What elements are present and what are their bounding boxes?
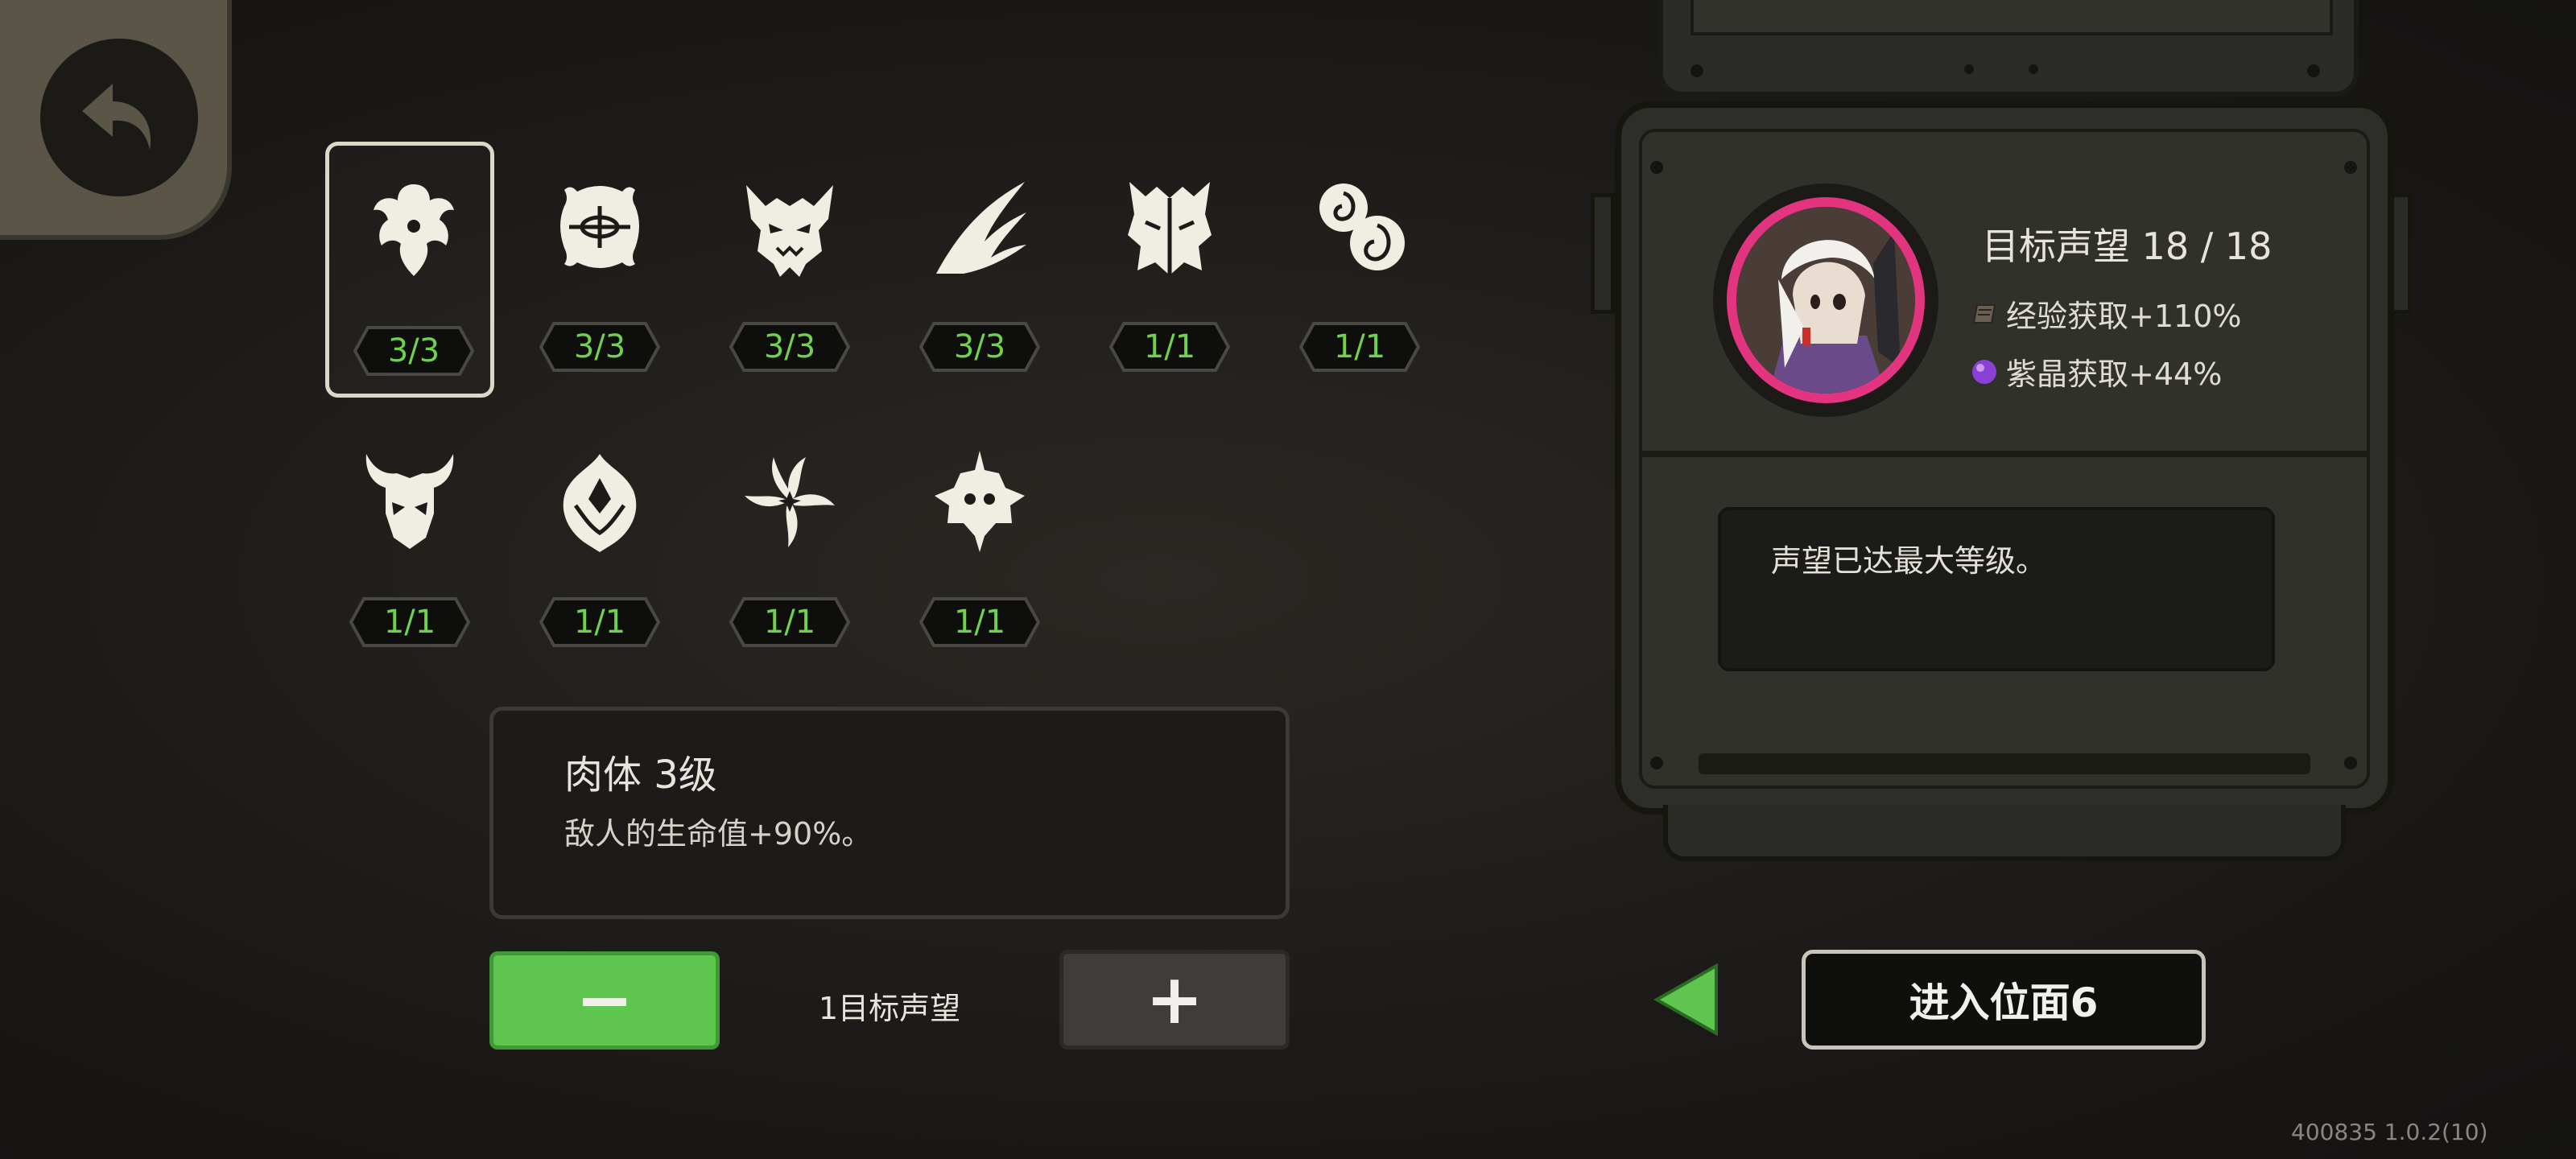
spiral-star-curse-icon bbox=[745, 457, 835, 547]
exp-bonus-row: 经验获取+110% bbox=[1971, 291, 2241, 336]
curse-count-badge: 3/3 bbox=[539, 320, 660, 373]
character-portrait bbox=[1713, 184, 1938, 417]
curse-count-badge: 3/3 bbox=[353, 324, 474, 377]
curse-count-text: 3/3 bbox=[763, 328, 816, 365]
claw-swipe-curse-icon bbox=[936, 182, 1026, 274]
plus-icon: + bbox=[1145, 959, 1204, 1040]
panel-side-tab-left bbox=[1591, 193, 1615, 314]
curse-slot-10[interactable]: 1/1 bbox=[895, 417, 1064, 673]
rivet bbox=[1650, 161, 1663, 174]
curse-count-badge: 3/3 bbox=[919, 320, 1040, 373]
curse-slot-6[interactable]: 1/1 bbox=[1275, 142, 1444, 398]
twin-face-curse-icon bbox=[1128, 182, 1212, 275]
curse-count-text: 1/1 bbox=[953, 604, 1006, 641]
panel-top-frame-inner bbox=[1690, 0, 2333, 35]
curse-slot-9[interactable]: 1/1 bbox=[705, 417, 874, 673]
swirl-orb-curse-icon bbox=[1319, 184, 1405, 270]
curse-count-text: 1/1 bbox=[1143, 328, 1196, 365]
crystal-bonus-text: 紫晶获取+44% bbox=[2006, 357, 2223, 392]
curse-count-badge: 3/3 bbox=[729, 320, 850, 373]
rivet bbox=[2307, 64, 2320, 77]
curse-count-text: 3/3 bbox=[953, 328, 1006, 365]
portrait-frame bbox=[1727, 197, 1925, 403]
panel-bottom-strip bbox=[1699, 753, 2310, 774]
curse-slot-1[interactable]: 3/3 bbox=[325, 142, 494, 398]
curse-slot-7[interactable]: 1/1 bbox=[325, 417, 494, 673]
rivet bbox=[2344, 757, 2357, 769]
enter-plane-button[interactable]: 进入位面6 bbox=[1802, 950, 2206, 1050]
demon-mask-curse-icon bbox=[746, 185, 833, 277]
curse-slot-3[interactable]: 3/3 bbox=[705, 142, 874, 398]
curse-slot-5[interactable]: 1/1 bbox=[1085, 142, 1254, 398]
increase-level-button[interactable]: + bbox=[1059, 950, 1290, 1050]
rivet bbox=[1650, 757, 1663, 769]
decrease-level-button[interactable]: − bbox=[489, 951, 720, 1050]
back-arrow-icon bbox=[82, 84, 151, 150]
curse-count-badge: 1/1 bbox=[729, 596, 850, 649]
rivet bbox=[1690, 64, 1703, 77]
curse-count-text: 1/1 bbox=[763, 604, 816, 641]
curse-count-badge: 1/1 bbox=[1109, 320, 1230, 373]
curse-count-badge: 1/1 bbox=[1299, 320, 1420, 373]
curse-slot-8[interactable]: 1/1 bbox=[515, 417, 684, 673]
spirit-flame-curse-icon bbox=[563, 454, 637, 552]
character-avatar-icon bbox=[1736, 207, 1915, 394]
reputation-level: 目标声望 18 / 18 bbox=[1982, 225, 2273, 268]
curse-description-panel: 肉体 3级 敌人的生命值+90%。 bbox=[489, 707, 1290, 919]
exp-book-icon bbox=[1972, 303, 1996, 324]
minus-icon: − bbox=[575, 960, 634, 1041]
reputation-message-box: 声望已达最大等级。 bbox=[1718, 507, 2275, 671]
bound-eye-curse-icon bbox=[560, 186, 639, 268]
back-button[interactable] bbox=[40, 39, 198, 196]
curse-count-text: 3/3 bbox=[387, 332, 440, 369]
horned-skull-curse-icon bbox=[365, 454, 454, 549]
reputation-step-label: 1目标声望 bbox=[818, 991, 961, 1026]
curse-count-badge: 1/1 bbox=[349, 596, 470, 649]
rivet bbox=[2029, 64, 2038, 74]
curse-title: 肉体 3级 bbox=[564, 753, 717, 798]
exp-bonus-text: 经验获取+110% bbox=[2006, 299, 2242, 334]
version-label: 400835 1.0.2(10) bbox=[2291, 1119, 2488, 1145]
curse-effect-text: 敌人的生命值+90%。 bbox=[564, 816, 873, 852]
curse-slot-2[interactable]: 3/3 bbox=[515, 142, 684, 398]
rivet bbox=[1964, 64, 1974, 74]
panel-foot bbox=[1663, 805, 2346, 861]
curse-count-text: 3/3 bbox=[573, 328, 626, 365]
curse-count-text: 1/1 bbox=[383, 604, 436, 641]
reputation-max-message: 声望已达最大等级。 bbox=[1771, 543, 2047, 579]
flesh-curse-icon bbox=[374, 184, 454, 276]
curse-count-badge: 1/1 bbox=[919, 596, 1040, 649]
previous-plane-arrow-icon[interactable] bbox=[1652, 963, 1719, 1037]
crystal-bonus-row: 紫晶获取+44% bbox=[1971, 349, 2222, 394]
rivet bbox=[2344, 161, 2357, 174]
curse-count-badge: 1/1 bbox=[539, 596, 660, 649]
crowned-spike-curse-icon bbox=[935, 451, 1025, 552]
curse-slot-4[interactable]: 3/3 bbox=[895, 142, 1064, 398]
curse-count-text: 1/1 bbox=[1333, 328, 1386, 365]
purple-crystal-icon bbox=[1972, 359, 1996, 384]
curse-count-text: 1/1 bbox=[573, 604, 626, 641]
panel-divider bbox=[1639, 451, 2370, 457]
